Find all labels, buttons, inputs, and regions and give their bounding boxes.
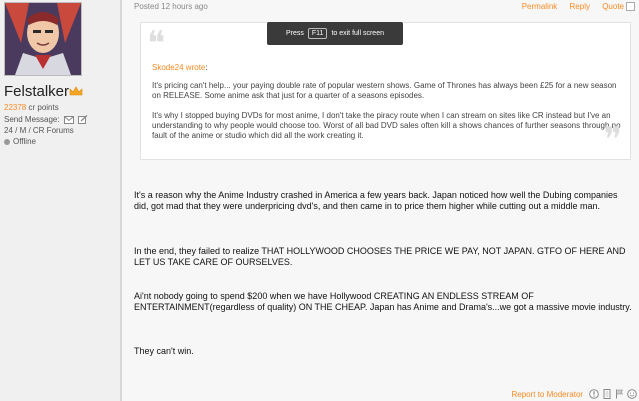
user-info: 24 / M / CR Forums (4, 126, 74, 135)
toast-suffix: to exit full screen (331, 30, 384, 37)
username[interactable]: Felstalker (4, 83, 69, 100)
status-label: Offline (13, 137, 36, 146)
send-message-label: Send Message: (4, 115, 60, 124)
user-avatar[interactable] (4, 2, 82, 76)
post-main: Posted 12 hours ago Permalink Reply Quot… (122, 0, 639, 401)
toast-prefix: Press (286, 30, 304, 37)
points-value: 22378 (4, 103, 27, 112)
post-paragraph-2: In the end, they failed to realize THAT … (134, 246, 626, 267)
quote-colon: : (205, 63, 208, 72)
user-points: 22378 cr points (4, 103, 59, 112)
quote-link[interactable]: Quote (602, 2, 624, 11)
close-quote-icon: ❞ (603, 120, 622, 160)
status-dot-icon (4, 138, 10, 145)
quote-checkbox[interactable] (626, 2, 635, 12)
reply-link[interactable]: Reply (570, 2, 590, 11)
warning-icon[interactable] (589, 389, 600, 399)
mail-icon[interactable] (63, 115, 74, 124)
flag-icon[interactable] (615, 389, 624, 399)
post-paragraph-3: Ai'nt nobody going to spend $200 when we… (134, 291, 632, 312)
fullscreen-toast: Press F11 to exit full screen (267, 22, 403, 45)
toast-key: F11 (307, 28, 328, 39)
post-paragraph-1: It's a reason why the Anime Industry cra… (134, 190, 618, 211)
crown-icon (69, 86, 83, 96)
permalink-link[interactable]: Permalink (522, 2, 558, 11)
user-status: Offline (4, 137, 36, 146)
user-sidebar: Felstalker 22378 cr points Send Message:… (0, 0, 122, 401)
quote-paragraph-1: It's pricing can't help... your paying d… (152, 81, 617, 100)
send-message-row: Send Message: (4, 115, 88, 125)
document-icon[interactable] (603, 389, 612, 399)
quote-header: Skode24 wrote: (152, 63, 208, 72)
quote-paragraph-2: It's why I stopped buying DVDs for most … (152, 111, 621, 140)
report-to-moderator-link[interactable]: Report to Moderator (511, 390, 583, 399)
quote-author-link[interactable]: Skode24 wrote (152, 63, 205, 72)
post-actions: Permalink Reply Quote (512, 2, 635, 12)
post-footer: Report to Moderator (511, 389, 637, 399)
post-timestamp: Posted 12 hours ago (134, 2, 208, 11)
points-label: cr points (28, 103, 59, 112)
open-quote-icon: ❝ (147, 24, 166, 64)
smiley-icon[interactable] (627, 389, 637, 399)
compose-icon[interactable] (78, 115, 88, 125)
post-paragraph-4: They can't win. (134, 346, 194, 356)
